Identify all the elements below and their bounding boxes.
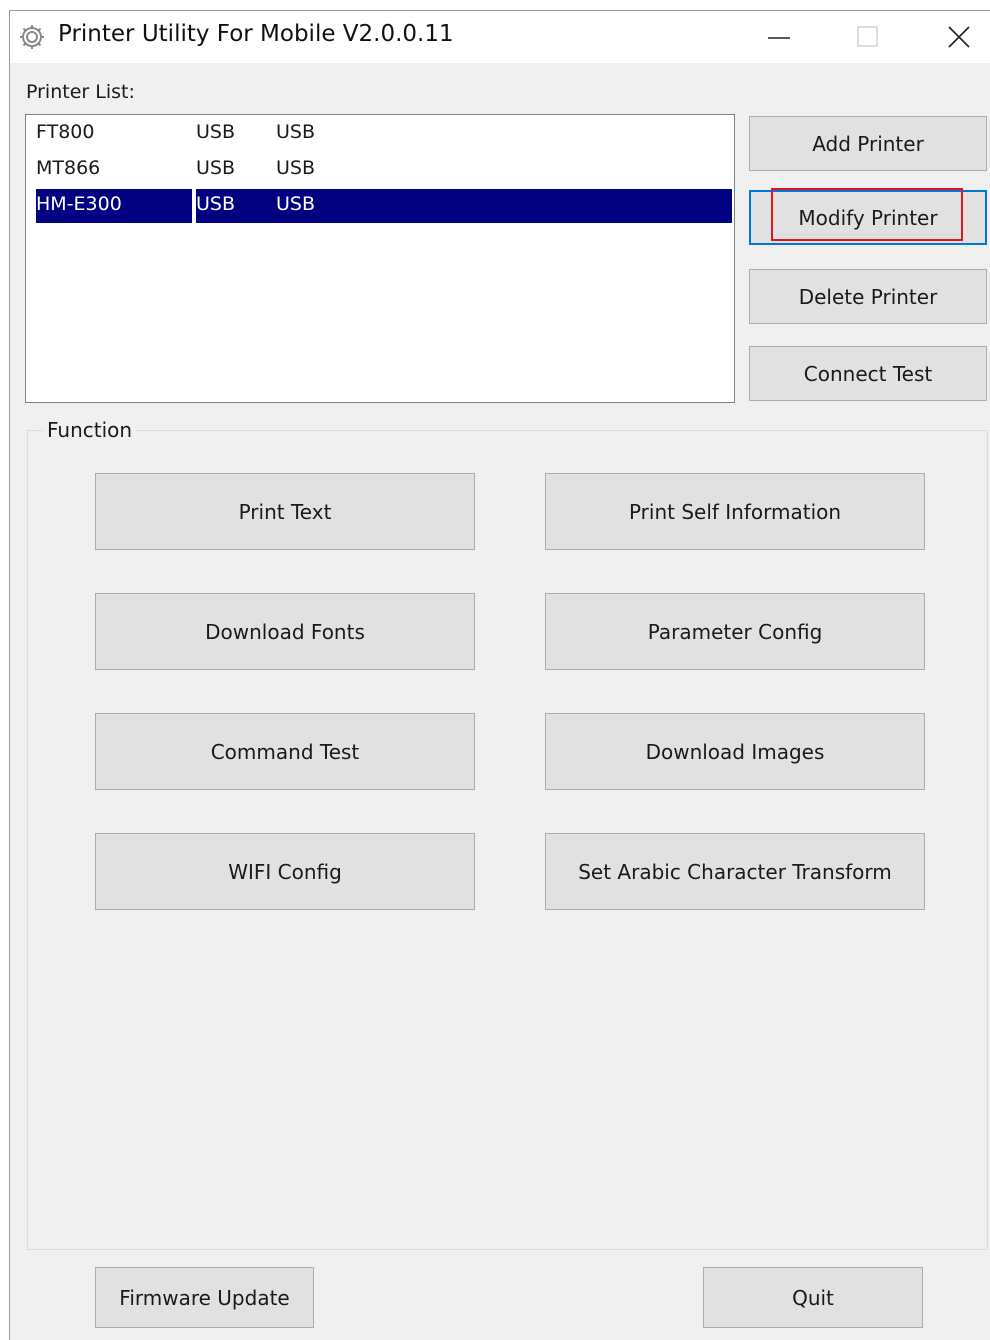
- printer-list-row[interactable]: MT866 USB USB: [36, 153, 732, 187]
- printer-port: USB: [196, 157, 236, 179]
- add-printer-button[interactable]: Add Printer: [749, 116, 987, 171]
- close-icon: [948, 26, 970, 48]
- delete-printer-button[interactable]: Delete Printer: [749, 269, 987, 324]
- quit-button[interactable]: Quit: [703, 1267, 923, 1328]
- minimize-button[interactable]: [733, 11, 825, 63]
- function-group: Function Print Text Print Self Informati…: [27, 418, 988, 1250]
- maximize-icon: [857, 26, 878, 47]
- printer-type: USB: [276, 157, 316, 179]
- printer-list-row[interactable]: FT800 USB USB: [36, 117, 732, 151]
- download-fonts-button[interactable]: Download Fonts: [95, 593, 475, 670]
- maximize-button[interactable]: [821, 11, 913, 63]
- printer-port: USB: [196, 121, 236, 143]
- gear-icon: [18, 23, 46, 51]
- function-group-title: Function: [43, 418, 137, 442]
- printer-type: USB: [276, 193, 316, 215]
- minimize-icon: [768, 37, 790, 39]
- window-title: Printer Utility For Mobile V2.0.0.11: [58, 21, 454, 47]
- close-button[interactable]: [911, 11, 990, 63]
- printer-listbox[interactable]: FT800 USB USB MT866 USB USB HM-E300 USB …: [25, 114, 735, 403]
- print-text-button[interactable]: Print Text: [95, 473, 475, 550]
- printer-name: HM-E300: [36, 193, 122, 215]
- printer-name: FT800: [36, 121, 95, 143]
- printer-list-label: Printer List:: [26, 81, 135, 103]
- wifi-config-button[interactable]: WIFI Config: [95, 833, 475, 910]
- connect-test-button[interactable]: Connect Test: [749, 346, 987, 401]
- highlight-box: [771, 188, 963, 241]
- command-test-button[interactable]: Command Test: [95, 713, 475, 790]
- printer-name: MT866: [36, 157, 101, 179]
- printer-port: USB: [196, 193, 236, 215]
- firmware-update-button[interactable]: Firmware Update: [95, 1267, 314, 1328]
- download-images-button[interactable]: Download Images: [545, 713, 925, 790]
- title-bar[interactable]: Printer Utility For Mobile V2.0.0.11: [10, 11, 990, 63]
- app-window: Printer Utility For Mobile V2.0.0.11 Pri…: [9, 10, 990, 1340]
- printer-list-row-selected[interactable]: HM-E300 USB USB: [36, 189, 732, 223]
- parameter-config-button[interactable]: Parameter Config: [545, 593, 925, 670]
- printer-type: USB: [276, 121, 316, 143]
- set-arabic-character-transform-button[interactable]: Set Arabic Character Transform: [545, 833, 925, 910]
- print-self-information-button[interactable]: Print Self Information: [545, 473, 925, 550]
